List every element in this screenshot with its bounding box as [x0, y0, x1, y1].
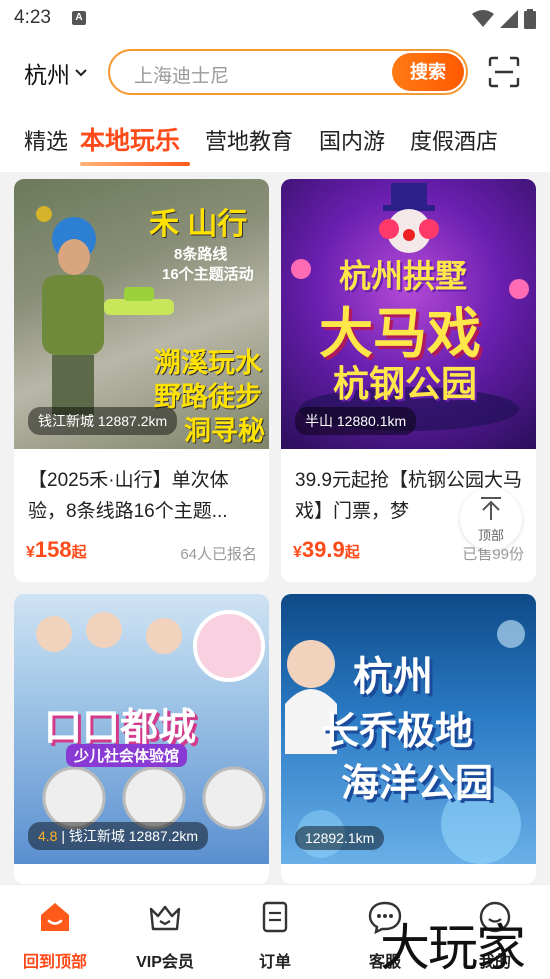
product-image: 口口都城 少儿社会体验馆 4.8 | 钱江新城 12887.2km [14, 594, 269, 864]
distance-badge: 钱江新城 12887.2km [28, 407, 178, 435]
rating: 4.8 [38, 828, 58, 844]
status-bar: 4:23 A [0, 0, 550, 36]
product-image: 杭州 长乔极地 海洋公园 12892.1km [281, 594, 536, 864]
nav-back-to-top[interactable]: 回到顶部 [0, 899, 110, 972]
header: 杭州 上海迪士尼 搜索 精选 本地玩乐 营地教育 国内游 度假酒店 [0, 36, 550, 172]
sign-up-count: 64人已报名 [180, 546, 257, 563]
image-slogan: 洞寻秘 [184, 416, 265, 446]
tab-domestic-travel[interactable]: 国内游 [319, 124, 385, 156]
active-tab-indicator [80, 162, 190, 166]
vip-crown-icon [149, 905, 181, 931]
order-icon [262, 901, 288, 933]
tab-local-fun[interactable]: 本地玩乐 [80, 121, 180, 157]
tab-resort-hotel[interactable]: 度假酒店 [410, 124, 498, 156]
arrow-up-icon [481, 497, 501, 520]
image-headline: 禾 山行 [149, 208, 248, 241]
product-price: ¥39.9起 [293, 537, 360, 562]
signal-icon [500, 10, 518, 28]
search-input[interactable]: 上海迪士尼 [134, 61, 229, 88]
nav-label: VIP会员 [136, 954, 194, 971]
product-title: 【2025禾·山行】单次体验，8条线路16个主题... [28, 470, 229, 522]
image-headline: 海洋公园 [341, 763, 494, 805]
back-to-top-button[interactable]: 顶部 [460, 488, 522, 550]
image-headline: 杭钢公园 [333, 363, 478, 404]
product-price: ¥158起 [26, 537, 87, 562]
product-card[interactable]: 禾 山行 8条路线 16个主题活动 溯溪玩水 野路徒步 洞寻秘 钱江新城 128… [14, 179, 269, 582]
home-icon [41, 903, 69, 931]
city-selector[interactable]: 杭州 [24, 56, 88, 90]
back-to-top-label: 顶部 [477, 528, 504, 543]
product-card[interactable]: 口口都城 少儿社会体验馆 4.8 | 钱江新城 12887.2km [14, 594, 269, 884]
distance-badge: 半山 12880.1km [295, 407, 417, 435]
distance-badge: 12892.1km [295, 826, 385, 850]
nav-vip[interactable]: VIP会员 [110, 899, 220, 972]
nav-label: 订单 [258, 954, 291, 971]
image-subtext: 少儿社会体验馆 [66, 744, 188, 767]
image-headline: 口口都城 [44, 707, 197, 749]
product-image: 杭州拱墅 大马戏 杭钢公园 半山 12880.1km [281, 179, 536, 449]
tab-featured[interactable]: 精选 [24, 124, 68, 156]
search-button[interactable]: 搜索 [392, 53, 464, 91]
product-image: 禾 山行 8条路线 16个主题活动 溯溪玩水 野路徒步 洞寻秘 钱江新城 128… [14, 179, 269, 449]
distance-badge: 4.8 | 钱江新城 12887.2km [28, 822, 209, 850]
status-icons [472, 9, 536, 29]
image-headline: 长乔极地 [321, 711, 474, 753]
city-label: 杭州 [24, 62, 70, 88]
category-tabs: 精选 本地玩乐 营地教育 国内游 度假酒店 [0, 120, 550, 172]
status-time: 4:23 [14, 7, 51, 28]
watermark-logo: 大玩家 [380, 919, 526, 977]
chevron-down-icon [75, 69, 87, 77]
battery-icon [524, 9, 536, 29]
image-subtext: 16个主题活动 [162, 266, 254, 283]
image-subtext: 8条路线 [174, 246, 228, 263]
tab-camp-education[interactable]: 营地教育 [205, 124, 293, 156]
product-card[interactable]: 杭州 长乔极地 海洋公园 12892.1km [281, 594, 536, 884]
nav-orders[interactable]: 订单 [220, 899, 330, 972]
nav-label: 回到顶部 [22, 954, 87, 971]
notification-app-icon: A [72, 11, 86, 25]
search-box[interactable]: 上海迪士尼 搜索 [108, 49, 468, 95]
image-headline: 杭州 [353, 655, 433, 699]
wifi-icon [472, 10, 494, 27]
scan-icon[interactable] [488, 56, 520, 88]
